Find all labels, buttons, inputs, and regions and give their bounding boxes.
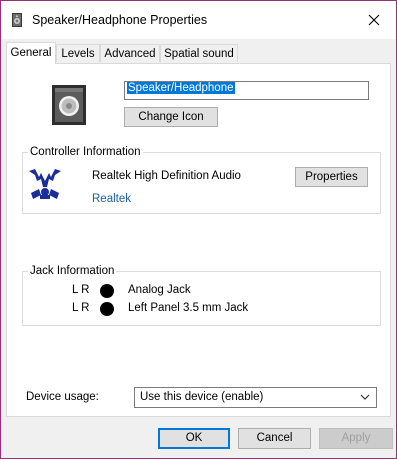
jack-info-group: Jack Information L R Analog Jack L R Lef…: [22, 264, 381, 326]
controller-info-group: Controller Information Realtek High Defi…: [22, 145, 381, 214]
jack-label: Analog Jack: [128, 284, 191, 296]
jack-dot-icon: [100, 284, 114, 298]
realtek-logo-icon: [29, 169, 61, 199]
chevron-down-icon: [360, 394, 370, 400]
tab-advanced[interactable]: Advanced: [100, 44, 160, 62]
window-title: Speaker/Headphone Properties: [32, 13, 208, 27]
tab-levels[interactable]: Levels: [56, 44, 100, 62]
tab-general[interactable]: General: [6, 42, 56, 64]
device-usage-dropdown[interactable]: Use this device (enable): [134, 387, 377, 408]
jack-info-label: Jack Information: [28, 264, 117, 278]
change-icon-button[interactable]: Change Icon: [124, 107, 218, 127]
properties-dialog: Speaker/Headphone Properties General Lev…: [0, 0, 397, 459]
speaker-icon: [52, 85, 86, 125]
close-icon: [368, 14, 380, 26]
jack-dot-icon: [100, 302, 114, 316]
general-tab-panel: Speaker/Headphone Change Icon Controller…: [6, 63, 391, 417]
controller-name: Realtek High Definition Audio: [92, 170, 241, 182]
controller-info-label: Controller Information: [28, 145, 143, 159]
device-name-value: Speaker/Headphone: [127, 82, 235, 94]
title-bar: Speaker/Headphone Properties: [1, 1, 396, 39]
jack-channels: L R: [72, 302, 90, 314]
ok-button[interactable]: OK: [158, 428, 230, 449]
close-button[interactable]: [352, 1, 396, 39]
speaker-icon: [12, 13, 22, 27]
apply-button[interactable]: Apply: [319, 428, 393, 449]
vendor-link[interactable]: Realtek: [92, 193, 131, 205]
controller-properties-button[interactable]: Properties: [295, 167, 368, 187]
device-usage-label: Device usage:: [26, 391, 99, 403]
device-name-field[interactable]: Speaker/Headphone: [124, 81, 369, 100]
cancel-button[interactable]: Cancel: [238, 428, 311, 449]
jack-channels: L R: [72, 284, 90, 296]
jack-label: Left Panel 3.5 mm Jack: [128, 302, 249, 314]
tab-spatial-sound[interactable]: Spatial sound: [160, 44, 238, 62]
device-usage-value: Use this device (enable): [140, 391, 264, 403]
